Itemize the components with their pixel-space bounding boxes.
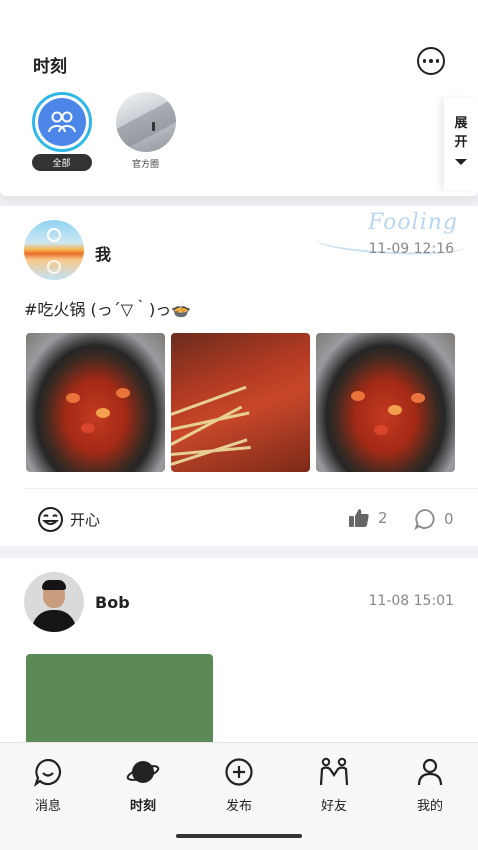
divider [24,488,478,489]
smile-icon [38,507,63,532]
friends-icon [319,757,349,786]
comment-icon [414,509,435,530]
comment-button[interactable]: 0 [414,508,454,530]
avatar[interactable] [24,220,84,280]
circle-list: 全部 官方圈 [30,92,177,171]
post-time: 11-09 12:16 [368,241,454,257]
nav-item-friends[interactable]: 好友 [299,757,369,814]
post-time: 11-08 15:01 [368,593,454,609]
planet-icon [126,761,160,783]
post-photo[interactable] [26,333,165,472]
home-indicator[interactable] [176,834,302,838]
circle-avatar-all [31,92,92,152]
avatar[interactable] [24,572,84,632]
person-icon [417,758,443,786]
post-photo[interactable] [171,333,310,472]
post-card[interactable]: 我 Fooling 11-09 12:16 #吃火锅 (っ´▽｀)っ🍲 开心 2… [0,206,478,546]
chat-bubble-icon[interactable] [417,47,445,75]
add-circle-icon [225,758,253,786]
like-button[interactable]: 2 [348,508,388,528]
mood-label: 开心 [70,511,101,529]
comment-count: 0 [444,510,454,528]
nav-item-profile[interactable]: 我的 [395,757,465,814]
bottom-nav: 消息 时刻 发布 好友 我的 [0,742,478,850]
thumbs-up-icon [349,509,369,527]
circle-avatar-official [115,92,176,152]
moments-header: 时刻 全部 官方圈 展 开 [0,0,478,196]
expand-button[interactable]: 展 开 [444,98,478,190]
nav-label: 消息 [34,799,61,814]
nav-label: 我的 [416,799,443,814]
nav-label: 发布 [225,799,252,814]
post-username[interactable]: 我 [95,241,111,265]
expand-label-2: 开 [454,135,468,150]
nav-label: 好友 [320,799,347,814]
group-icon [37,98,86,146]
circle-item-official[interactable]: 官方圈 [114,92,177,171]
circle-label-all: 全部 [31,154,92,171]
circle-item-all[interactable]: 全部 [30,92,93,171]
triangle-down-icon [455,159,467,165]
photo-grid [26,333,455,472]
expand-label-1: 展 [454,116,468,131]
nav-item-moments[interactable]: 时刻 [108,757,178,814]
post-text: #吃火锅 (っ´▽｀)っ🍲 [24,300,192,319]
page-title: 时刻 [33,57,67,77]
nav-item-publish[interactable]: 发布 [204,757,274,814]
nav-item-messages[interactable]: 消息 [13,757,83,814]
nav-label: 时刻 [129,799,156,814]
post-username[interactable]: Bob [95,593,130,612]
post-photo[interactable] [316,333,455,472]
message-icon [33,758,62,787]
circle-label-official: 官方圈 [131,160,159,170]
watermark-text: Fooling [368,210,458,235]
post-card[interactable]: Bob 11-08 15:01 [0,558,478,764]
mood-tag: 开心 [37,506,100,533]
like-count: 2 [378,509,388,527]
app-root: 时刻 全部 官方圈 展 开 我 Fooling 11-09 12:16 #吃火锅… [0,0,478,850]
